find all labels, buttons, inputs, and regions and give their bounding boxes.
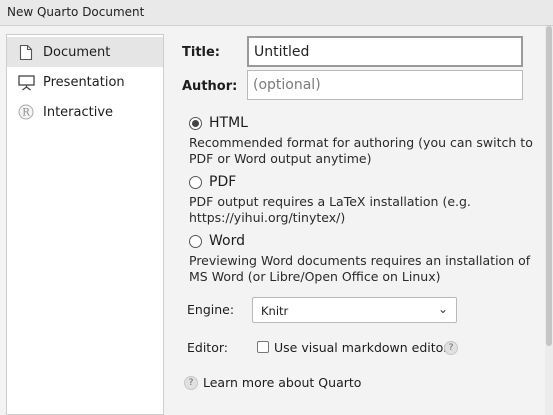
document-icon xyxy=(17,43,35,61)
document-options-panel: Title: Untitled Author: (optional) HTML … xyxy=(170,26,553,415)
engine-label: Engine: xyxy=(187,302,235,317)
editor-label: Editor: xyxy=(187,340,228,355)
pdf-radio[interactable] xyxy=(189,176,202,189)
title-label: Title: xyxy=(182,45,221,60)
html-radio[interactable] xyxy=(189,117,202,130)
word-description-line1: Previewing Word documents requires an in… xyxy=(189,253,531,268)
author-input-placeholder: (optional) xyxy=(253,77,321,93)
help-icon: ? xyxy=(184,376,198,390)
engine-select-value: Knitr xyxy=(261,304,289,318)
author-input[interactable]: (optional) xyxy=(247,70,523,100)
sidebar-item-label: Document xyxy=(43,44,111,60)
html-description-line2: PDF or Word output anytime) xyxy=(189,151,372,166)
sidebar-item-label: Interactive xyxy=(43,104,114,120)
visual-editor-label[interactable]: Use visual markdown editor xyxy=(274,340,448,355)
dialog-titlebar: New Quarto Document xyxy=(0,0,553,26)
word-radio-label[interactable]: Word xyxy=(209,233,245,249)
sidebar-item-interactive[interactable]: R Interactive xyxy=(7,97,163,127)
scrollbar-thumb[interactable] xyxy=(546,26,552,346)
presentation-icon xyxy=(17,73,35,91)
help-icon[interactable]: ? xyxy=(444,341,458,355)
pdf-description-line1: PDF output requires a LaTeX installation… xyxy=(189,194,471,209)
author-label: Author: xyxy=(182,79,238,94)
html-description-line1: Recommended format for authoring (you ca… xyxy=(189,135,533,150)
learn-more-link[interactable]: Learn more about Quarto xyxy=(203,375,361,390)
format-sidebar: Document Presentation R Interactive xyxy=(6,34,164,415)
r-icon: R xyxy=(17,103,35,121)
html-radio-label[interactable]: HTML xyxy=(209,115,248,131)
scrollbar[interactable] xyxy=(545,26,553,415)
pdf-radio-label[interactable]: PDF xyxy=(209,174,236,190)
word-description-line2: MS Word (or Libre/Open Office on Linux) xyxy=(189,269,441,284)
svg-text:R: R xyxy=(22,108,30,119)
title-input[interactable]: Untitled xyxy=(247,36,523,67)
chevron-down-icon: ⌄ xyxy=(437,302,448,316)
sidebar-item-label: Presentation xyxy=(43,74,125,90)
sidebar-item-document[interactable]: Document xyxy=(7,37,163,67)
pdf-description-line2: https://yihui.org/tinytex/) xyxy=(189,210,346,225)
engine-select[interactable]: Knitr ⌄ xyxy=(252,297,457,323)
word-radio[interactable] xyxy=(189,235,202,248)
visual-editor-checkbox[interactable] xyxy=(257,341,269,353)
dialog-title: New Quarto Document xyxy=(7,5,145,19)
title-input-value: Untitled xyxy=(254,44,310,60)
sidebar-item-presentation[interactable]: Presentation xyxy=(7,67,163,97)
